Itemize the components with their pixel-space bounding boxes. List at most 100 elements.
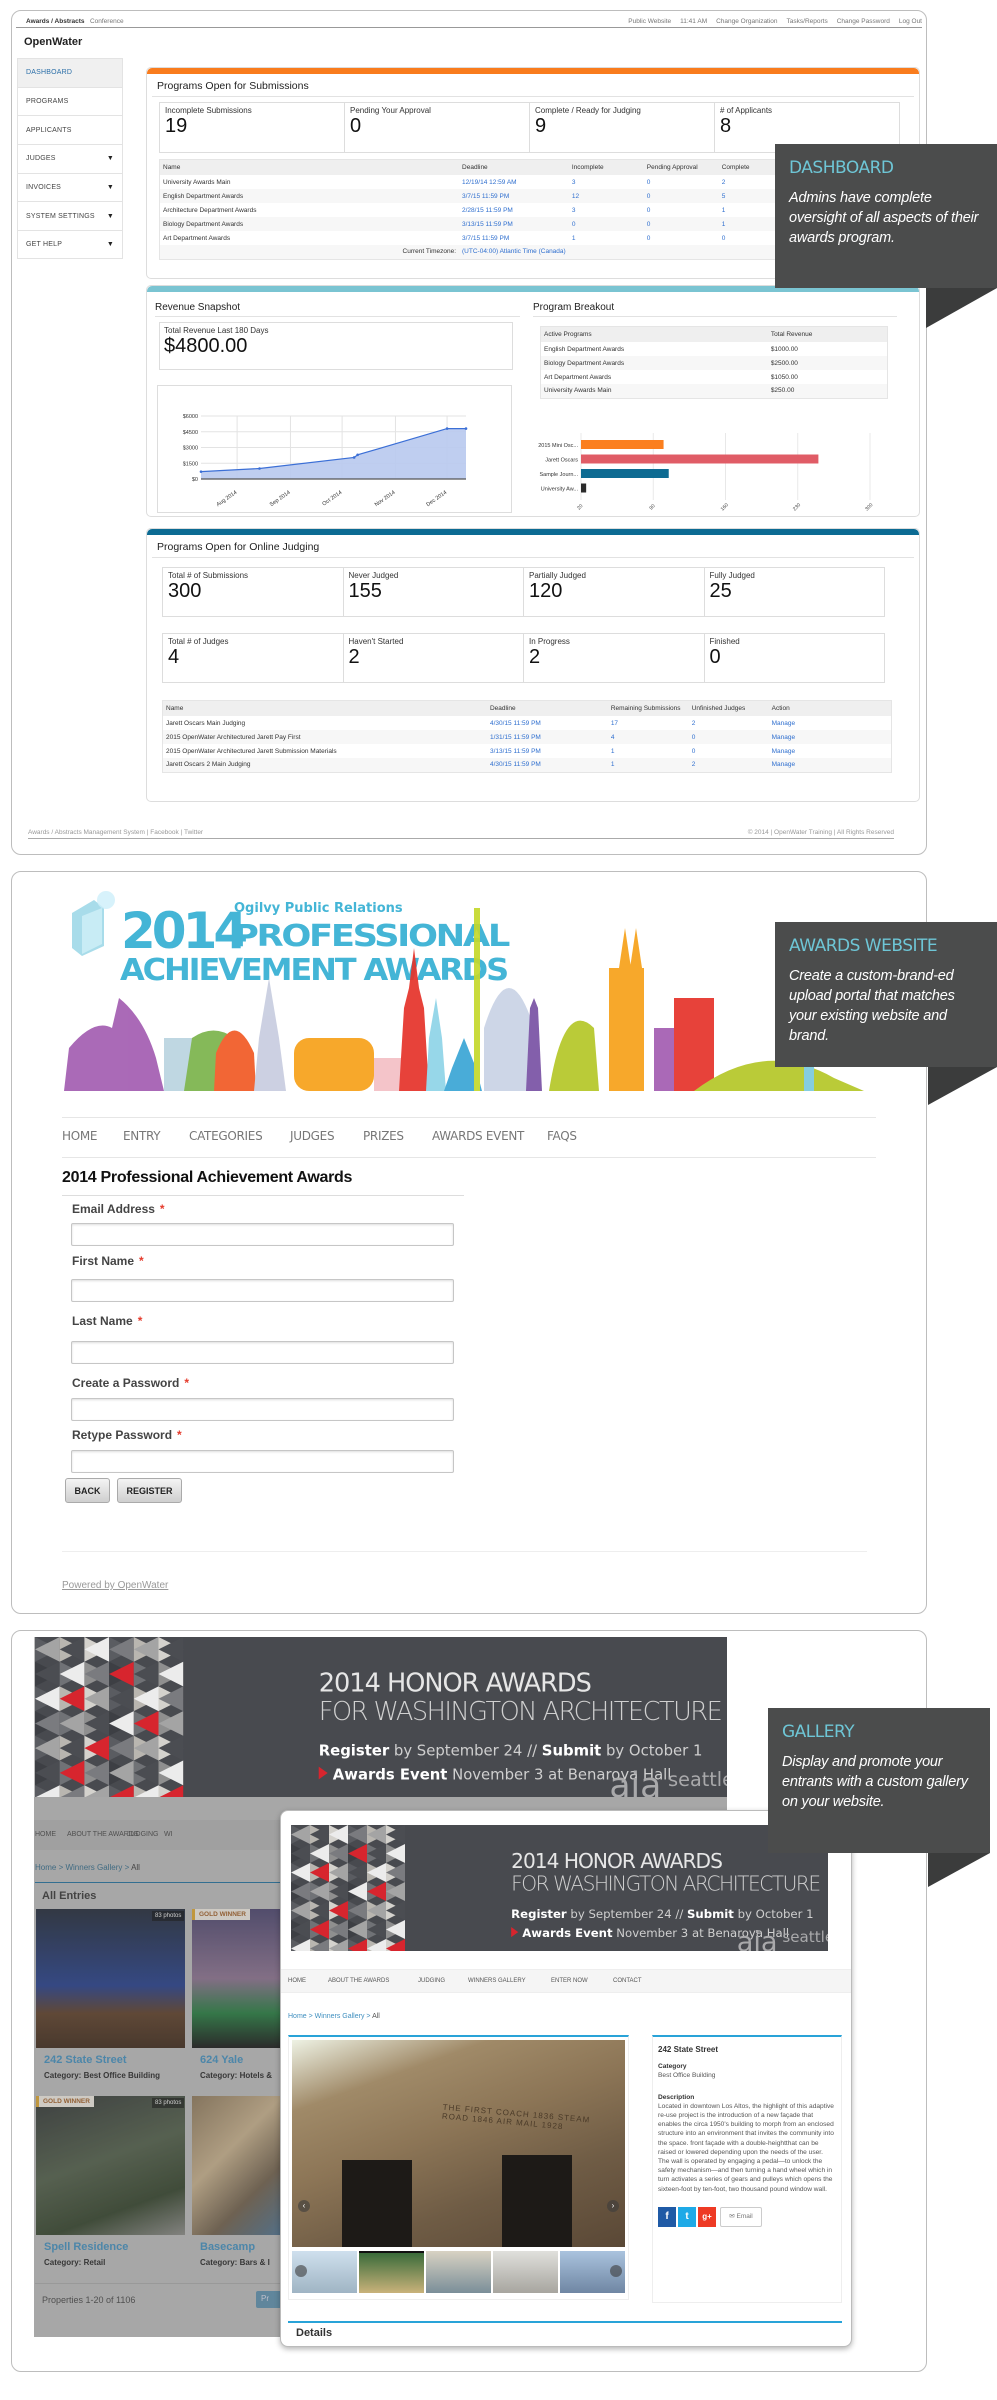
row-cell[interactable]: Manage [769, 758, 892, 772]
row-cell[interactable]: Manage [769, 730, 892, 744]
row-cell[interactable]: 3/7/15 11:59 PM [459, 189, 569, 203]
row-cell[interactable]: 0 [643, 231, 719, 245]
top-nav-link[interactable]: Change Organization [716, 18, 777, 25]
footer-links[interactable]: Awards / Abstracts Management System | F… [28, 829, 203, 836]
row-cell[interactable]: 0 [644, 189, 719, 203]
sidebar-item-judges[interactable]: JUDGES ▼ [17, 144, 123, 173]
row-cell[interactable]: 0 [569, 217, 644, 231]
row-cell[interactable]: 0 [688, 744, 769, 758]
row-cell[interactable]: 3/7/15 11:59 PM [459, 231, 569, 245]
row-cell[interactable]: 4 [608, 730, 689, 744]
nav-awards-abstracts[interactable]: Awards / Abstracts [26, 18, 85, 25]
front-nav-item[interactable]: HOME [288, 1978, 306, 1984]
nav-conference[interactable]: Conference [90, 18, 124, 25]
row-cell[interactable]: 0 [643, 203, 719, 217]
sidebar-item-applicants[interactable]: APPLICANTS [17, 115, 123, 145]
sidebar-item-invoices[interactable]: INVOICES ▼ [17, 172, 123, 202]
retype-password-input[interactable] [71, 1450, 454, 1473]
google-plus-share-icon[interactable]: g+ [698, 2206, 716, 2227]
back-button[interactable]: BACK [65, 1478, 110, 1503]
entry-title-link[interactable]: 624 Yale [200, 2054, 243, 2066]
row-cell[interactable]: 1 [568, 231, 644, 245]
row-cell[interactable]: 2 [688, 716, 769, 730]
prev-photo-icon[interactable]: ‹ [298, 2200, 310, 2212]
entry-photo[interactable] [192, 1909, 280, 2048]
row-cell[interactable]: 0 [644, 217, 719, 231]
row-cell[interactable]: 0 [689, 730, 769, 744]
row-cell[interactable]: 17 [607, 716, 689, 730]
entry-title-link[interactable]: Spell Residence [44, 2241, 128, 2253]
entry-title-link[interactable]: 242 State Street [44, 2054, 127, 2066]
front-nav-item[interactable]: CONTACT [613, 1978, 642, 1984]
breadcrumb-home[interactable]: Home [288, 2013, 307, 2020]
nav-judges[interactable]: JUDGES [290, 1129, 335, 1143]
breadcrumb-home[interactable]: Home [35, 1863, 56, 1872]
row-cell[interactable]: 4/30/15 11:59 PM [486, 716, 608, 730]
front-nav-item[interactable]: ENTER NOW [551, 1978, 588, 1984]
back-nav-item[interactable]: WI [164, 1831, 173, 1838]
front-nav-item[interactable]: ABOUT THE AWARDS [328, 1978, 389, 1984]
nav-home[interactable]: HOME [62, 1129, 98, 1143]
row-cell[interactable]: Manage [768, 716, 892, 730]
top-nav-link[interactable]: Tasks/Reports [787, 18, 828, 25]
front-nav-item[interactable]: JUDGING [418, 1978, 445, 1984]
last-name-input[interactable] [71, 1341, 454, 1364]
register-button[interactable]: REGISTER [117, 1478, 182, 1503]
breadcrumb-winners-gallery[interactable]: Winners Gallery [65, 1863, 122, 1872]
row-cell[interactable]: 1 [607, 744, 689, 758]
photo-count: 83 photos [152, 1911, 185, 1921]
sidebar-item-system-settings[interactable]: SYSTEM SETTINGS ▼ [17, 201, 123, 231]
row-cell[interactable]: 2/28/15 11:59 PM [459, 203, 569, 217]
thumbnail[interactable] [359, 2251, 424, 2293]
breadcrumb-winners-gallery[interactable]: Winners Gallery [315, 2013, 365, 2020]
nav-entry[interactable]: ENTRY [123, 1129, 161, 1143]
brand-logo[interactable]: OpenWater [24, 36, 82, 48]
thumbnail[interactable] [292, 2251, 357, 2293]
row-cell[interactable]: 0 [643, 175, 719, 189]
next-photo-icon[interactable]: › [607, 2200, 619, 2212]
row-cell[interactable]: 1 [608, 758, 689, 772]
row-cell[interactable]: 12 [569, 189, 644, 203]
create-a-password-input[interactable] [71, 1398, 454, 1421]
row-cell[interactable]: 3 [568, 203, 644, 217]
twitter-share-icon[interactable]: t [678, 2206, 696, 2227]
top-nav-link[interactable]: Public Website [628, 18, 671, 25]
row-cell[interactable]: 1/31/15 11:59 PM [487, 730, 608, 744]
row-cell[interactable]: 3/13/15 11:59 PM [486, 744, 608, 758]
row-cell[interactable]: 2 [689, 758, 769, 772]
email-address-input[interactable] [71, 1223, 454, 1246]
thumbnail[interactable] [426, 2251, 491, 2293]
window [502, 2155, 572, 2247]
entry-photo[interactable] [36, 2096, 185, 2235]
row-cell[interactable]: 12/19/14 12:59 AM [459, 175, 569, 189]
row-cell[interactable]: 4/30/15 11:59 PM [487, 758, 608, 772]
sidebar-item-get-help[interactable]: GET HELP ▼ [17, 230, 123, 259]
email-share-button[interactable]: ✉ Email [720, 2206, 762, 2227]
entry-photo[interactable] [36, 1909, 185, 2048]
top-nav-link[interactable]: Change Password [837, 18, 890, 25]
next-thumb-icon[interactable] [610, 2265, 622, 2277]
prev-thumb-icon[interactable] [295, 2265, 307, 2277]
row-cell[interactable]: 3 [568, 175, 644, 189]
field-label: Create a Password * [72, 1376, 189, 1390]
back-nav-item[interactable]: HOME [35, 1831, 56, 1838]
sidebar-item-programs[interactable]: PROGRAMS [17, 86, 123, 116]
front-nav-item[interactable]: WINNERS GALLERY [468, 1978, 526, 1984]
stat-box: Total # of Submissions 300 [163, 568, 344, 616]
entry-title-link[interactable]: Basecamp [200, 2241, 255, 2253]
row-cell[interactable]: 3/13/15 11:59 PM [459, 217, 569, 231]
first-name-input[interactable] [71, 1279, 454, 1302]
sidebar-item-dashboard[interactable]: DASHBOARD [17, 58, 123, 87]
nav-awards-event[interactable]: AWARDS EVENT [432, 1129, 524, 1143]
nav-prizes[interactable]: PRIZES [363, 1129, 404, 1143]
back-nav-item[interactable]: JUDGING [127, 1831, 159, 1838]
entry-photo[interactable] [192, 2096, 280, 2235]
top-nav-link[interactable]: Log Out [899, 18, 922, 25]
nav-faqs[interactable]: FAQS [547, 1129, 577, 1143]
thumbnail[interactable] [493, 2251, 558, 2293]
facebook-share-icon[interactable]: f [658, 2206, 676, 2227]
thumbnail[interactable] [560, 2251, 625, 2293]
powered-by-link[interactable]: Powered by OpenWater [62, 1580, 168, 1591]
row-cell[interactable]: Manage [768, 744, 892, 758]
nav-categories[interactable]: CATEGORIES [189, 1129, 263, 1143]
